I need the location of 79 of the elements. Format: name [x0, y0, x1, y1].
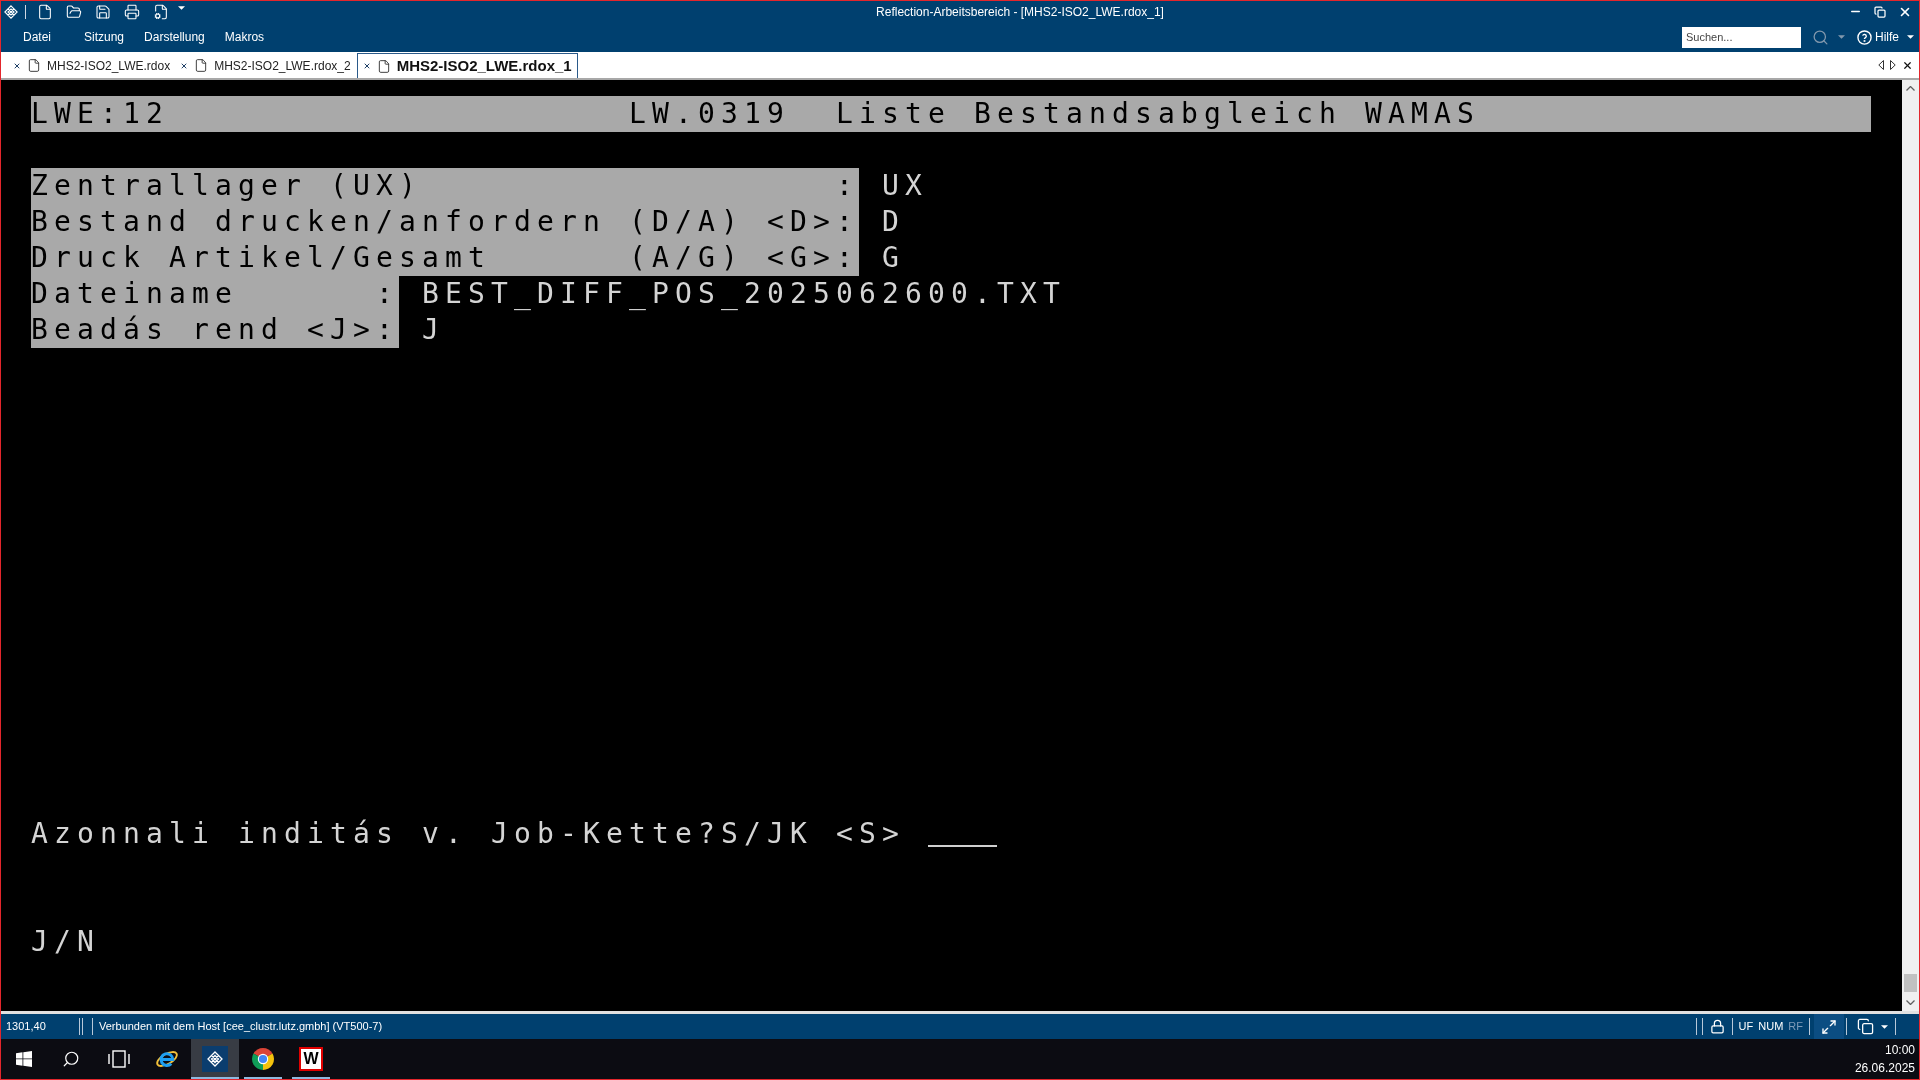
document-tab[interactable]: MHS2-ISO2_LWE.rdox — [9, 53, 175, 78]
taskbar-app-button[interactable]: W — [287, 1039, 335, 1079]
label-suffix: <J>: — [307, 312, 399, 348]
start-menu-icon — [16, 1051, 32, 1067]
connection-status: Verbunden mit dem Host [cee_clustr.lutz.gmbh] (VT500-7) — [99, 1019, 383, 1035]
label-suffix: <D>: — [767, 204, 859, 240]
field-value: J — [422, 312, 445, 348]
running-indicator — [244, 1077, 282, 1079]
option-hint: (A/G) — [629, 240, 744, 276]
lock-icon — [1709, 1019, 1725, 1034]
cursor-position: 1301,40 — [6, 1019, 47, 1035]
scroll-down-icon[interactable] — [1906, 1000, 1915, 1005]
keyboard-indicator: RF — [1788, 1019, 1803, 1035]
taskbar-app-button[interactable] — [191, 1039, 239, 1079]
lattice-logo-icon — [207, 1051, 223, 1067]
app-logo: W — [299, 1047, 323, 1071]
session-label: LWE:12 — [31, 96, 169, 132]
field-label: Zentrallager (UX) — [31, 168, 422, 204]
prompt-text: Azonnali inditás v. Job-Kette?S/JK <S> — [31, 816, 905, 852]
expand-icon — [1821, 1018, 1837, 1035]
window-title: Reflection-Arbeitsbereich - [MHS2-ISO2_LWE.rdox_1] — [876, 3, 1164, 21]
file-gear-icon[interactable] — [153, 3, 169, 20]
close-icon[interactable] — [362, 62, 371, 70]
field-value: BEST_DIFF_POS_2025062600.TXT — [422, 276, 1066, 312]
menu-item[interactable]: Darstellung — [144, 28, 205, 46]
save-icon[interactable] — [95, 3, 111, 20]
menu-item[interactable]: Makros — [224, 28, 265, 46]
field-label: Bestand drucken/anfordern — [31, 204, 606, 240]
running-indicator — [292, 1077, 330, 1079]
keyboard-indicator: NUM — [1758, 1019, 1784, 1035]
option-hint: (D/A) — [629, 204, 744, 240]
document-icon — [27, 58, 41, 73]
search-icon[interactable] — [1812, 28, 1829, 46]
document-tab[interactable]: MHS2-ISO2_LWE.rdox_2 — [176, 53, 355, 78]
document-icon — [376, 58, 391, 74]
close-icon[interactable] — [180, 61, 189, 70]
field-value: UX — [882, 168, 928, 204]
browser-logo-icon — [251, 1047, 275, 1071]
label-suffix: <G>: — [767, 240, 859, 276]
task-view-icon — [108, 1050, 130, 1068]
close-icon[interactable] — [1902, 59, 1913, 71]
menu-item[interactable]: Datei — [23, 28, 51, 46]
printer-icon[interactable] — [124, 3, 140, 20]
menu-item[interactable]: Sitzung — [84, 28, 125, 46]
search-icon — [62, 1050, 80, 1068]
label-suffix: : — [836, 168, 859, 204]
document-icon — [194, 58, 209, 73]
help-button[interactable]: Hilfe — [1857, 28, 1914, 46]
field-label: Beadás rend — [31, 312, 284, 348]
folder-icon[interactable] — [66, 3, 82, 20]
scrollbar-thumb[interactable] — [1904, 974, 1917, 992]
caret-icon[interactable] — [1881, 1024, 1888, 1029]
caret-icon — [1907, 35, 1914, 39]
scroll-right-icon[interactable] — [1890, 60, 1896, 70]
field-value: D — [882, 204, 905, 240]
app-logo-icon[interactable] — [4, 4, 18, 19]
new-file-icon[interactable] — [37, 3, 53, 20]
scroll-up-icon[interactable] — [1906, 86, 1915, 91]
restore-icon[interactable] — [1874, 5, 1886, 18]
running-indicator — [191, 1077, 239, 1079]
keyboard-indicator: UF — [1738, 1019, 1754, 1035]
field-label: Druck Artikel/Gesamt — [31, 240, 491, 276]
close-icon[interactable] — [13, 61, 21, 70]
help-icon — [1857, 29, 1872, 45]
search-field[interactable]: Suchen... — [1682, 26, 1801, 48]
caret-icon[interactable] — [178, 5, 185, 10]
screen-title: Liste Bestandsabgleich WAMAS — [836, 96, 1480, 132]
field-value: G — [882, 240, 905, 276]
label-suffix: : — [376, 276, 399, 312]
program-code: LW.0319 — [629, 96, 790, 132]
stacked-windows-icon[interactable] — [1857, 1018, 1874, 1035]
clock-time: 10:00 — [1884, 1042, 1915, 1059]
field-label: Dateiname — [31, 276, 238, 312]
vertical-scrollbar[interactable] — [1902, 80, 1919, 1011]
scroll-left-icon[interactable] — [1878, 60, 1884, 70]
clock-date: 26.06.2025 — [1854, 1060, 1915, 1077]
hint-text: J/N — [31, 924, 100, 960]
document-tab[interactable]: MHS2-ISO2_LWE.rdox_1 — [356, 53, 578, 78]
expand-button[interactable] — [1814, 1014, 1844, 1039]
